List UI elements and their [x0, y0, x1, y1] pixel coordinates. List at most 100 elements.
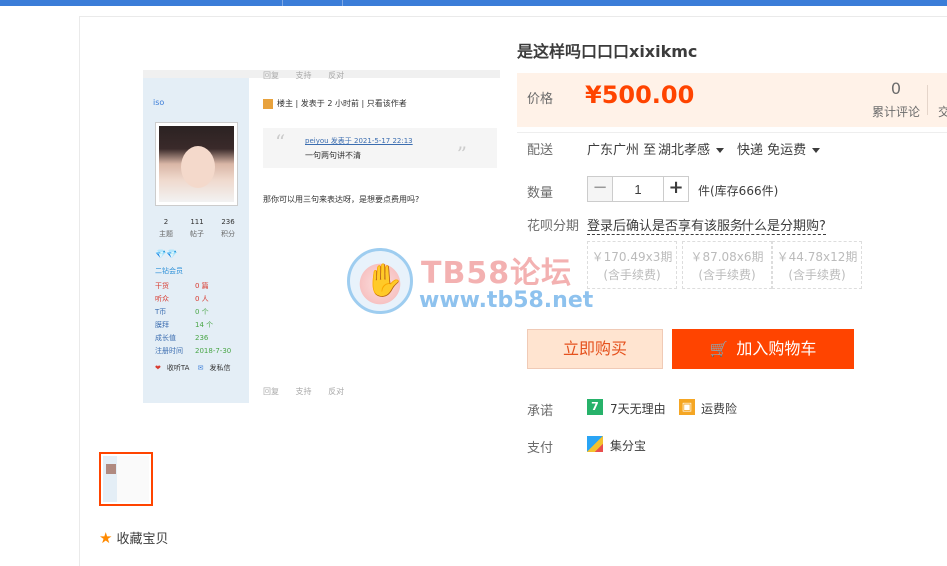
huabei-login-link[interactable]: 登录后确认是否享有该服务	[587, 215, 744, 235]
info-value: 0 人	[195, 295, 209, 303]
info-value: 236	[195, 334, 209, 342]
watermark-title: TB58论坛	[421, 256, 573, 291]
add-to-cart-button[interactable]: 🛒 加入购物车	[672, 329, 854, 369]
image-user-info: 干货 0 篇 听众 0 人 T币 0 个 膜拜 14 个 成长值 236 注册时间 2018…	[155, 280, 231, 358]
watermark-url: www.tb58.net	[419, 288, 594, 313]
price-label: 价格	[527, 92, 554, 107]
image-post-meta: 楼主 | 发表于 2 小时前 | 只看该作者	[263, 98, 407, 109]
image-bottom-toolbar: 回复 支持 反对	[263, 386, 358, 397]
installment-option-6[interactable]: ￥87.08x6期 (含手续费)	[682, 241, 772, 289]
promise-label: 承诺	[527, 404, 554, 419]
delivery-method-select[interactable]: 快递 免运费	[737, 139, 821, 158]
installment-amount: ￥87.08x6期	[690, 250, 764, 264]
shipping-insurance-icon: ▣	[679, 399, 695, 415]
follow-label: 收听TA	[166, 364, 190, 372]
watermark-hand-icon	[347, 248, 413, 314]
stat: 2 主题	[151, 218, 181, 239]
info-row: 成长值 236	[155, 332, 231, 345]
info-row: 膜拜 14 个	[155, 319, 231, 332]
product-title: 是这样吗⼝⼝⼝xixikmc	[517, 42, 698, 61]
payment-label: 支付	[527, 441, 554, 456]
image-toolbar-item: 回复	[263, 387, 279, 396]
nav-divider	[282, 0, 283, 6]
diamond-icon: 💎💎	[155, 250, 178, 260]
stat-value: 2	[163, 218, 169, 226]
star-icon: ★	[99, 528, 113, 547]
meta-item: 只看该作者	[366, 99, 407, 108]
info-value: 0 个	[195, 308, 209, 316]
quantity-input[interactable]	[613, 176, 663, 202]
thumbnail-selected[interactable]	[99, 452, 153, 506]
review-label[interactable]: 累计评论	[867, 103, 925, 120]
meta-item: 发表于 2 小时前	[300, 99, 359, 108]
cart-icon: 🛒	[709, 340, 729, 358]
stat-value: 236	[221, 218, 235, 226]
quantity-increase-button[interactable]: +	[663, 176, 689, 202]
favorite-button[interactable]: ★ 收藏宝贝	[99, 528, 169, 548]
delivery-method: 快递 免运费	[737, 143, 807, 158]
price-divider	[927, 85, 928, 115]
huabei-label: 花呗分期	[527, 219, 580, 234]
top-nav-bar	[0, 0, 947, 6]
delivery-destination-select[interactable]: 湖北孝感	[658, 139, 725, 158]
info-key: 听众	[155, 295, 169, 303]
stat: 236 积分	[213, 218, 243, 239]
installment-fee: (含手续费)	[603, 268, 661, 282]
author-badge-icon	[263, 98, 273, 109]
installment-amount: ￥44.78x12期	[776, 250, 858, 264]
image-user-stats: 2 主题 111 帖子 236 积分	[151, 218, 243, 239]
stat-label: 积分	[221, 230, 235, 238]
info-value: 0 篇	[195, 282, 209, 290]
chevron-down-icon	[716, 148, 725, 153]
huabei-help-link[interactable]: 什么是分期购?	[741, 215, 826, 235]
image-post-panel	[249, 70, 500, 403]
image-toolbar-item: 支持	[295, 71, 312, 80]
installment-option-12[interactable]: ￥44.78x12期 (含手续费)	[772, 241, 862, 289]
price-value: ¥500.00	[585, 81, 695, 109]
main-product-image[interactable]: 回复 支持 反对 iso 2 主题 111 帖子 236 积分 💎💎 二钻会员 干货 0…	[143, 70, 500, 403]
buy-now-button[interactable]: 立即购买	[527, 329, 663, 369]
quote-text: 一句两句讲不清	[305, 151, 361, 160]
image-post-body: 那你可以用三句来表达呀，是想要点费用吗?	[263, 195, 420, 204]
promise-item[interactable]: 7天无理由	[610, 400, 666, 417]
mail-icon: ✉	[197, 364, 204, 372]
image-avatar	[155, 122, 238, 206]
image-toolbar-item: 支持	[295, 387, 312, 396]
image-user-actions: ❤ 收听TA ✉ 发私信	[155, 363, 237, 373]
image-username: iso	[153, 98, 165, 107]
section-divider	[517, 132, 947, 133]
chevron-down-icon	[812, 148, 821, 153]
promise-item[interactable]: 运费险	[701, 400, 737, 417]
heart-icon: ❤	[155, 364, 161, 372]
info-row: 注册时间 2018-7-30	[155, 345, 231, 358]
quantity-decrease-button[interactable]: −	[587, 176, 613, 202]
avatar-photo	[159, 126, 234, 202]
image-toolbar: 回复 支持 反对	[263, 70, 358, 81]
image-user-level: 二钻会员	[155, 267, 183, 275]
watermark: TB58论坛 www.tb58.net	[347, 248, 607, 318]
review-count[interactable]: 0	[872, 79, 920, 98]
jifenbao-icon	[587, 436, 603, 452]
delivery-from: 广东广州 至	[587, 143, 657, 158]
stat-label: 帖子	[190, 230, 204, 238]
info-row: 听众 0 人	[155, 293, 231, 306]
image-toolbar-item: 回复	[263, 71, 279, 80]
info-value: 2018-7-30	[195, 347, 232, 355]
image-quote-block: “ peiyou 发表于 2021-5-17 22:13 一句两句讲不清 ”	[263, 128, 497, 168]
info-key: 干货	[155, 282, 169, 290]
stat-label: 主题	[159, 230, 173, 238]
installment-option-3[interactable]: ￥170.49x3期 (含手续费)	[587, 241, 677, 289]
quantity-label: 数量	[527, 186, 554, 201]
info-key: T币	[155, 308, 167, 316]
info-value: 14 个	[195, 321, 214, 329]
favorite-label: 收藏宝贝	[116, 532, 169, 547]
delivery-label: 配送	[527, 143, 554, 158]
quote-close-icon: ”	[456, 142, 467, 166]
stat: 111 帖子	[182, 218, 212, 239]
image-toolbar-item: 反对	[328, 71, 345, 80]
nav-divider	[342, 0, 343, 6]
info-row: 干货 0 篇	[155, 280, 231, 293]
info-row: T币 0 个	[155, 306, 231, 319]
quantity-stepper: − +	[587, 176, 689, 202]
delivery-destination: 湖北孝感	[658, 143, 711, 158]
